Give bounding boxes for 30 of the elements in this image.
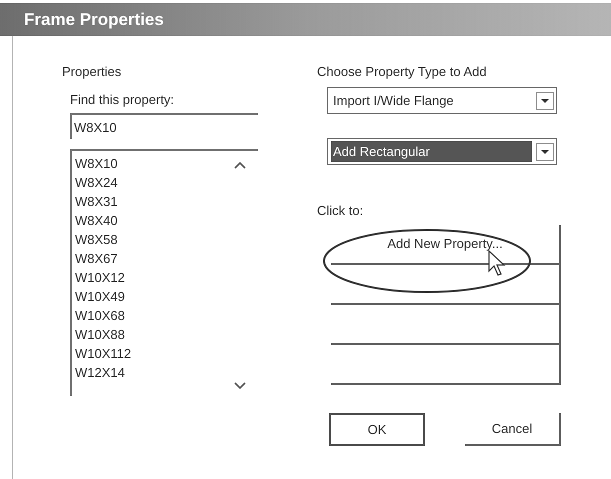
dropdown[interactable]: Add Rectangular	[327, 138, 557, 165]
list-item[interactable]: W12X14	[75, 363, 127, 382]
window-title: Frame Properties	[24, 8, 164, 31]
search-field[interactable]: W8X10	[70, 113, 258, 139]
dropdown[interactable]: Import I/Wide Flange	[327, 87, 557, 114]
list-item[interactable]: W10X88	[75, 325, 127, 344]
blank-button[interactable]	[331, 345, 561, 385]
list-item[interactable]: W10X49	[75, 287, 127, 306]
list-item[interactable]: W8X40	[75, 211, 120, 230]
list-item[interactable]: W8X67	[75, 249, 120, 268]
dropdown-value: Import I/Wide Flange	[332, 92, 455, 110]
blank-button[interactable]	[331, 305, 561, 345]
list-item[interactable]: W8X31	[75, 192, 120, 211]
ok-button[interactable]: OK	[329, 413, 425, 446]
group-label: Properties	[62, 64, 122, 80]
find-label: Find this property:	[70, 92, 176, 108]
scroll-up-icon[interactable]	[234, 161, 246, 169]
scroll-down-icon[interactable]	[234, 382, 246, 390]
list-item[interactable]: W8X58	[75, 230, 120, 249]
dropdown-value: Add Rectangular	[331, 141, 532, 162]
cancel-button[interactable]: Cancel	[465, 413, 561, 446]
list-item[interactable]: W10X12	[75, 268, 127, 287]
property-list[interactable]: W8X10 W8X24 W8X31 W8X40 W8X58 W8X67 W10X12 W10X49 W10X68 W10X88 W10X112 W12X14	[70, 149, 258, 396]
click-label: Click to:	[317, 203, 364, 219]
group-label: Choose Property Type to Add	[317, 64, 488, 80]
list-item[interactable]: W8X24	[75, 173, 120, 192]
cursor-icon	[488, 250, 506, 276]
list-item[interactable]: W10X68	[75, 306, 127, 325]
list-item[interactable]: W8X10	[75, 154, 120, 173]
list-item[interactable]: W10X112	[75, 344, 134, 363]
